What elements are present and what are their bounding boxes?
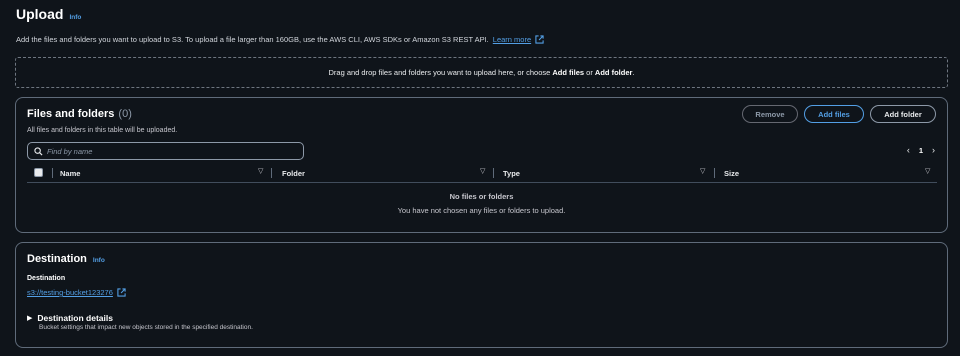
external-link-icon[interactable]	[535, 35, 544, 44]
dropzone-prefix: Drag and drop files and folders you want…	[328, 68, 551, 77]
empty-state-title: No files or folders	[449, 192, 514, 201]
chevron-left-icon[interactable]: ‹	[907, 145, 910, 155]
search-box	[27, 142, 304, 160]
page-title: Upload	[16, 6, 64, 22]
empty-state-subtitle: You have not chosen any files or folders…	[397, 206, 566, 215]
destination-details-subtitle: Bucket settings that impact new objects …	[39, 324, 253, 331]
destination-bucket: s3://testing-bucket123276	[27, 288, 126, 297]
add-files-button[interactable]: Add files	[804, 105, 864, 123]
files-panel-header: Files and folders (0)	[27, 108, 132, 120]
column-divider[interactable]	[271, 168, 272, 178]
dropzone-add-files: Add files	[552, 68, 585, 77]
dropzone-or: or	[586, 68, 593, 77]
table-header: Name ▽ Folder ▽ Type ▽ Size ▽	[27, 166, 937, 180]
table-divider	[27, 182, 937, 183]
column-divider[interactable]	[52, 168, 53, 178]
page-header: Upload Info	[16, 6, 81, 22]
dropzone-add-folder: Add folder	[594, 68, 633, 77]
info-link[interactable]: Info	[69, 14, 81, 21]
files-actions: Remove Add files Add folder	[742, 105, 936, 123]
destination-details-title: Destination details	[37, 313, 113, 323]
files-panel-subtitle: All files and folders in this table will…	[27, 127, 178, 134]
page-description: Add the files and folders you want to up…	[16, 35, 544, 44]
sort-icon[interactable]: ▽	[700, 167, 705, 175]
sort-icon[interactable]: ▽	[258, 167, 263, 175]
upload-page: Upload Info Add the files and folders yo…	[0, 0, 960, 356]
sort-icon[interactable]: ▽	[925, 167, 930, 175]
sort-icon[interactable]: ▽	[480, 167, 485, 175]
column-header-size[interactable]: Size	[724, 166, 739, 180]
files-panel-title: Files and folders	[27, 108, 115, 120]
caret-right-icon: ▶	[27, 315, 33, 322]
external-link-icon[interactable]	[117, 288, 126, 297]
destination-info-link[interactable]: Info	[93, 257, 105, 264]
column-divider[interactable]	[493, 168, 494, 178]
select-all-checkbox[interactable]	[34, 168, 43, 177]
destination-header: Destination Info	[27, 253, 105, 265]
column-header-type[interactable]: Type	[503, 166, 520, 180]
learn-more-link[interactable]: Learn more	[493, 35, 531, 44]
files-count: (0)	[118, 108, 132, 120]
description-text: Add the files and folders you want to up…	[16, 35, 489, 44]
destination-label: Destination	[27, 275, 66, 282]
files-and-folders-panel: Files and folders (0) All files and fold…	[15, 97, 948, 233]
destination-title: Destination	[27, 253, 87, 265]
current-page[interactable]: 1	[919, 146, 923, 155]
search-icon	[34, 146, 43, 156]
chevron-right-icon[interactable]: ›	[932, 145, 935, 155]
search-input[interactable]	[47, 146, 287, 156]
destination-panel: Destination Info Destination s3://testin…	[15, 242, 948, 348]
upload-dropzone[interactable]: Drag and drop files and folders you want…	[15, 57, 948, 88]
add-folder-button[interactable]: Add folder	[870, 105, 936, 123]
remove-button[interactable]: Remove	[742, 105, 798, 123]
column-divider[interactable]	[714, 168, 715, 178]
pagination: ‹ 1 ›	[907, 145, 935, 155]
destination-details-toggle[interactable]: ▶ Destination details	[27, 313, 113, 323]
column-header-folder[interactable]: Folder	[282, 166, 305, 180]
column-header-name[interactable]: Name	[60, 166, 80, 180]
destination-bucket-link[interactable]: s3://testing-bucket123276	[27, 288, 113, 297]
dropzone-suffix: .	[632, 68, 635, 77]
